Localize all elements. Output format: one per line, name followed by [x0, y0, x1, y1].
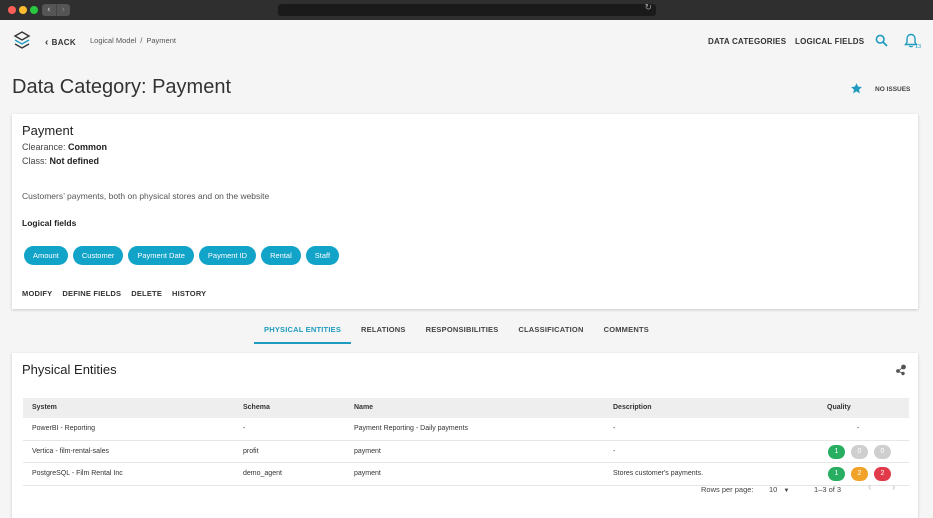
category-description: Customers’ payments, both on physical st… [22, 191, 270, 201]
browser-titlebar: ‹ › ↻ [0, 0, 933, 20]
chip-staff[interactable]: Staff [305, 246, 340, 265]
browser-nav-buttons: ‹ › [42, 4, 70, 16]
cell-name[interactable]: payment [354, 463, 381, 485]
column-header-system[interactable]: System [32, 398, 57, 418]
quality-badge-warning[interactable]: 2 [851, 467, 868, 481]
column-header-schema[interactable]: Schema [243, 398, 270, 418]
chip-payment-id[interactable]: Payment ID [198, 246, 257, 265]
app-logo-icon[interactable] [13, 31, 31, 49]
physical-entities-card: Physical Entities System Schema Name Des… [12, 353, 918, 518]
tab-classification[interactable]: CLASSIFICATION [508, 323, 593, 344]
breadcrumb-separator: / [140, 36, 143, 45]
chip-payment-date[interactable]: Payment Date [128, 246, 194, 265]
cell-description: - [613, 425, 616, 432]
class-line: Class: Not defined [22, 156, 99, 166]
back-button[interactable]: ‹ BACK [45, 37, 76, 48]
cell-schema: - [243, 425, 246, 432]
quality-badge-failed[interactable]: 2 [874, 467, 891, 481]
cell-name[interactable]: Payment Reporting - Daily payments [354, 418, 468, 440]
class-label: Class: [22, 156, 48, 166]
table-row[interactable]: PowerBI - Reporting - Payment Reporting … [23, 418, 909, 441]
column-header-name[interactable]: Name [354, 398, 373, 418]
status-badge: NO ISSUES [875, 86, 911, 93]
star-icon[interactable] [850, 82, 863, 95]
column-header-quality[interactable]: Quality [827, 398, 851, 418]
graph-view-icon[interactable] [895, 364, 907, 376]
cell-schema: demo_agent [243, 470, 282, 477]
class-value: Not defined [49, 156, 100, 166]
tab-relations[interactable]: RELATIONS [351, 323, 416, 344]
app-page: ‹ BACK Logical Model / Payment DATA CATEGOR… [0, 20, 933, 518]
cell-schema: profit [243, 447, 259, 455]
cell-quality: - [857, 425, 860, 432]
notification-count: 13 [915, 44, 922, 50]
table-row[interactable]: PostgreSQL - Film Rental Inc demo_agent … [23, 463, 909, 486]
top-navigation: ‹ BACK Logical Model / Payment DATA CATEGOR… [0, 20, 933, 64]
history-button[interactable]: HISTORY [172, 289, 206, 298]
breadcrumb-payment: Payment [146, 36, 176, 45]
table-header: System Schema Name Description Quality [23, 398, 909, 418]
clearance-value: Common [68, 142, 108, 152]
nav-data-categories[interactable]: DATA CATEGORIES [708, 37, 786, 46]
cell-description: - [613, 447, 616, 455]
modify-button[interactable]: MODIFY [22, 289, 52, 298]
clearance-label: Clearance: [22, 142, 66, 152]
chip-amount[interactable]: Amount [24, 246, 68, 265]
column-header-description[interactable]: Description [613, 398, 652, 418]
tab-responsibilities[interactable]: RESPONSIBILITIES [416, 323, 509, 344]
rows-per-page-label: Rows per page: [701, 485, 754, 494]
next-page-icon[interactable]: › [892, 482, 895, 493]
caret-down-icon: ▼ [783, 488, 790, 494]
pagination-range: 1–3 of 3 [814, 485, 842, 494]
cell-system: PowerBI - Reporting [32, 425, 96, 432]
clearance-line: Clearance: Common [22, 142, 107, 152]
rows-per-page-select[interactable]: 10 ▼ [769, 485, 789, 494]
quality-badge-failed[interactable]: 0 [874, 444, 891, 459]
address-bar[interactable]: ↻ [278, 3, 656, 16]
chip-customer[interactable]: Customer [72, 246, 124, 265]
detail-tabs: PHYSICAL ENTITIES RELATIONS RESPONSIBILI… [254, 323, 659, 344]
cell-name[interactable]: payment [354, 441, 381, 463]
logical-fields-heading: Logical fields [22, 218, 77, 228]
category-actions: MODIFY DEFINE FIELDS DELETE HISTORY [22, 289, 206, 298]
browser-back-button[interactable]: ‹ [42, 4, 56, 16]
cell-system: PostgreSQL - Film Rental Inc [32, 470, 123, 477]
delete-button[interactable]: DELETE [131, 289, 162, 298]
logical-fields-chips: Amount Customer Payment Date Payment ID … [24, 246, 340, 265]
reload-icon[interactable]: ↻ [644, 3, 652, 13]
browser-forward-button[interactable]: › [55, 4, 71, 16]
nav-logical-fields[interactable]: LOGICAL FIELDS [795, 37, 864, 46]
cell-description: Stores customer's payments. [613, 470, 704, 477]
tab-comments[interactable]: COMMENTS [594, 323, 659, 344]
back-label: BACK [51, 38, 76, 47]
breadcrumb: Logical Model / Payment [90, 36, 176, 45]
category-name: Payment [22, 123, 74, 138]
quality-badge-warning[interactable]: 0 [851, 444, 868, 459]
rows-per-page-value: 10 [769, 485, 778, 494]
tab-physical-entities[interactable]: PHYSICAL ENTITIES [254, 323, 352, 344]
browser-window: ‹ › ↻ ‹ BACK Logical Model / Payment DATA C… [0, 0, 933, 518]
chevron-left-icon: ‹ [45, 37, 49, 48]
physical-entities-title: Physical Entities [22, 362, 117, 377]
cell-system: Vertica - film-rental-sales [32, 447, 110, 455]
category-details-card: Payment Clearance: Common Class: Not def… [12, 114, 918, 309]
maximize-window-button[interactable] [30, 6, 38, 14]
minimize-window-button[interactable] [19, 6, 27, 14]
chip-rental[interactable]: Rental [261, 246, 301, 265]
quality-badge-passed[interactable]: 1 [828, 467, 845, 481]
table-row[interactable]: Vertica - film-rental-sales profit payme… [23, 441, 909, 463]
previous-page-icon[interactable]: ‹ [868, 482, 871, 493]
page-title: Data Category: Payment [12, 76, 231, 98]
breadcrumb-logical-model[interactable]: Logical Model [90, 36, 136, 45]
search-icon[interactable] [875, 34, 888, 47]
define-fields-button[interactable]: DEFINE FIELDS [62, 289, 121, 298]
close-window-button[interactable] [8, 6, 16, 14]
physical-entities-table: System Schema Name Description Quality P… [23, 398, 909, 486]
quality-badge-passed[interactable]: 1 [828, 444, 845, 459]
